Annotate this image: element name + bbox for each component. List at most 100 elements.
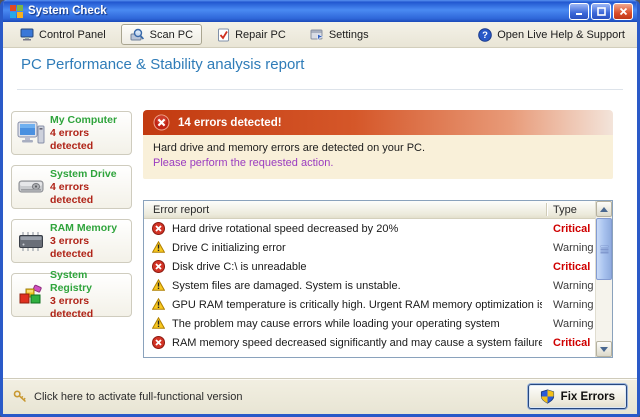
windows-logo-icon <box>9 4 24 19</box>
sidebar-item-status: 3 errors detected <box>50 235 128 261</box>
column-separator <box>546 203 547 216</box>
error-text: System files are damaged. System is unst… <box>172 280 401 292</box>
ram-chip-icon <box>15 230 47 253</box>
sidebar-item-status: 4 errors detected <box>50 181 128 207</box>
warning-triangle-icon <box>152 279 165 292</box>
table-row[interactable]: GPU RAM temperature is critically high. … <box>144 295 595 314</box>
maximize-icon <box>597 7 606 16</box>
close-icon <box>619 7 628 16</box>
table-row[interactable]: The problem may cause errors while loadi… <box>144 314 595 333</box>
registry-blocks-icon <box>15 283 47 308</box>
alert-action-link[interactable]: Please perform the requested action. <box>153 156 603 171</box>
error-text: RAM memory speed decreased significantly… <box>172 337 542 349</box>
sidebar-item-ram-memory[interactable]: RAM Memory 3 errors detected <box>11 219 132 263</box>
column-header-error-report[interactable]: Error report <box>153 204 209 216</box>
error-type: Critical <box>553 337 590 349</box>
toolbar-repair-pc[interactable]: Repair PC <box>208 24 295 46</box>
table-row[interactable]: System files are damaged. System is unst… <box>144 276 595 295</box>
settings-icon <box>310 28 324 41</box>
maximize-button[interactable] <box>591 3 611 20</box>
critical-error-icon <box>152 336 165 349</box>
vertical-scrollbar[interactable] <box>595 201 612 357</box>
partial-next-row <box>144 352 595 357</box>
toolbar-label: Control Panel <box>39 29 106 41</box>
sidebar-item-system-drive[interactable]: System Drive 4 errors detected <box>11 165 132 209</box>
main-content: PC Performance & Stability analysis repo… <box>3 48 637 378</box>
sidebar-item-system-registry[interactable]: System Registry 3 errors detected <box>11 273 132 317</box>
titlebar[interactable]: System Check <box>3 0 637 22</box>
shield-icon <box>540 389 555 404</box>
table-row[interactable]: RAM memory speed decreased significantly… <box>144 333 595 352</box>
activate-text: Click here to activate full-functional v… <box>34 391 242 403</box>
error-text: Drive C initializing error <box>172 242 286 254</box>
key-icon <box>13 390 28 403</box>
fix-errors-button[interactable]: Fix Errors <box>528 384 627 409</box>
chevron-up-icon <box>600 207 608 212</box>
error-type: Warning <box>553 280 594 292</box>
error-type: Warning <box>553 242 594 254</box>
sidebar-item-title: System Registry <box>50 269 128 295</box>
scan-pc-icon <box>130 28 145 41</box>
scrollbar-thumb[interactable] <box>596 218 612 280</box>
warning-triangle-icon <box>152 298 165 311</box>
table-row[interactable]: Disk drive C:\ is unreadable Critical <box>144 257 595 276</box>
computer-icon <box>15 120 47 147</box>
error-type: Critical <box>553 261 590 273</box>
warning-triangle-icon <box>152 241 165 254</box>
toolbar: Control Panel Scan PC Repair PC Settin <box>3 22 637 48</box>
sidebar: My Computer 4 errors detected System Dri… <box>11 111 132 317</box>
warning-triangle-icon <box>152 317 165 330</box>
sidebar-item-title: System Drive <box>50 168 128 181</box>
minimize-button[interactable] <box>569 3 589 20</box>
toolbar-scan-pc[interactable]: Scan PC <box>121 24 202 45</box>
error-text: Hard drive rotational speed decreased by… <box>172 223 398 235</box>
error-rows: Hard drive rotational speed decreased by… <box>144 219 595 357</box>
error-text: Disk drive C:\ is unreadable <box>172 261 307 273</box>
open-live-help-link[interactable]: ? Open Live Help & Support <box>474 25 629 45</box>
footer-bar: Click here to activate full-functional v… <box>3 378 637 414</box>
error-type: Critical <box>553 223 590 235</box>
error-text: The problem may cause errors while loadi… <box>172 318 500 330</box>
repair-pc-icon <box>217 28 230 42</box>
minimize-icon <box>575 7 584 16</box>
system-check-window: System Check Control Panel Scan PC <box>0 0 640 417</box>
hard-drive-icon <box>15 176 47 198</box>
toolbar-settings[interactable]: Settings <box>301 24 378 45</box>
title-divider <box>17 89 623 90</box>
sidebar-item-my-computer[interactable]: My Computer 4 errors detected <box>11 111 132 155</box>
sidebar-item-status: 4 errors detected <box>50 127 128 153</box>
toolbar-label: Repair PC <box>235 29 286 41</box>
fix-errors-label: Fix Errors <box>561 391 615 403</box>
toolbar-label: Scan PC <box>150 29 193 41</box>
error-circle-icon <box>153 114 170 131</box>
alert-banner-body: Hard drive and memory errors are detecte… <box>143 135 613 179</box>
scrollbar-grip <box>601 246 608 247</box>
toolbar-control-panel[interactable]: Control Panel <box>11 24 115 45</box>
scroll-down-button[interactable] <box>596 341 612 357</box>
table-row[interactable]: Drive C initializing error Warning <box>144 238 595 257</box>
error-report-list: Error report Type Hard drive rotational … <box>143 200 613 358</box>
error-type: Warning <box>553 318 594 330</box>
activate-link[interactable]: Click here to activate full-functional v… <box>13 390 242 403</box>
window-title: System Check <box>28 5 567 17</box>
help-label: Open Live Help & Support <box>497 29 625 41</box>
control-panel-icon <box>20 28 34 41</box>
error-text: GPU RAM temperature is critically high. … <box>172 299 542 311</box>
page-title: PC Performance & Stability analysis repo… <box>21 56 304 73</box>
help-icon: ? <box>478 28 492 42</box>
alert-title: 14 errors detected! <box>178 117 282 129</box>
table-row[interactable]: Hard drive rotational speed decreased by… <box>144 219 595 238</box>
svg-text:?: ? <box>482 30 488 41</box>
critical-error-icon <box>152 260 165 273</box>
alert-banner-header: 14 errors detected! <box>143 110 613 135</box>
column-header-type[interactable]: Type <box>553 204 577 216</box>
sidebar-item-status: 3 errors detected <box>50 295 128 321</box>
error-list-header[interactable]: Error report Type <box>144 201 595 219</box>
sidebar-item-title: RAM Memory <box>50 222 128 235</box>
scroll-up-button[interactable] <box>596 201 612 217</box>
close-button[interactable] <box>613 3 633 20</box>
alert-line1: Hard drive and memory errors are detecte… <box>153 141 603 156</box>
toolbar-label: Settings <box>329 29 369 41</box>
critical-error-icon <box>152 222 165 235</box>
alert-banner: 14 errors detected! Hard drive and memor… <box>143 110 613 179</box>
